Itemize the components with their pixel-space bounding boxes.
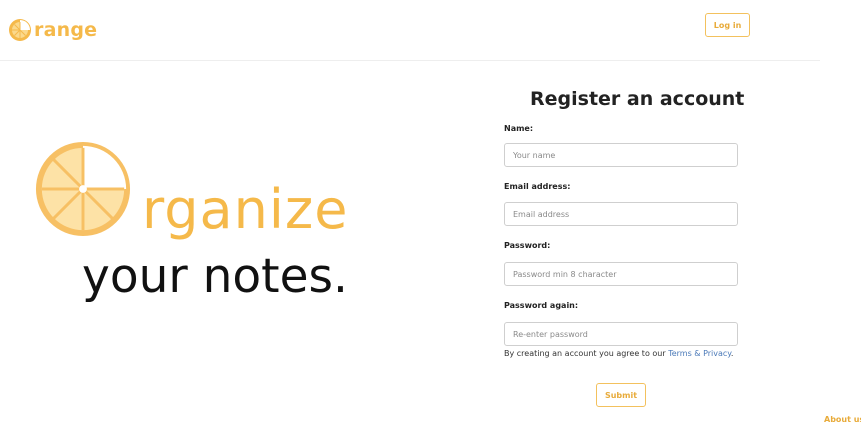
submit-button[interactable]: Submit [596, 383, 646, 407]
password-input[interactable] [504, 262, 738, 286]
terms-text: By creating an account you agree to our [504, 349, 669, 358]
orange-slice-icon [35, 141, 131, 237]
password-label: Password: [504, 241, 551, 250]
password-again-input[interactable] [504, 322, 738, 346]
password-again-label: Password again: [504, 301, 579, 310]
hero-subtitle: your notes. [82, 249, 348, 304]
form-title: Register an account [530, 88, 745, 110]
orange-slice-icon [9, 19, 31, 41]
about-us-link[interactable]: About us [824, 415, 861, 424]
email-label: Email address: [504, 182, 571, 191]
hero-banner: rganize your notes. [30, 138, 390, 318]
name-input[interactable] [504, 143, 738, 167]
name-label: Name: [504, 124, 534, 133]
hero-title: rganize [142, 178, 349, 241]
email-input[interactable] [504, 202, 738, 226]
top-navbar: range Log in [0, 0, 820, 61]
brand-logo[interactable]: range [8, 18, 97, 42]
terms-notice: By creating an account you agree to our … [504, 347, 744, 360]
terms-link[interactable]: Terms & Privacy [668, 349, 731, 358]
brand-text: range [34, 19, 98, 41]
terms-end: . [730, 349, 734, 358]
login-button[interactable]: Log in [705, 13, 750, 37]
